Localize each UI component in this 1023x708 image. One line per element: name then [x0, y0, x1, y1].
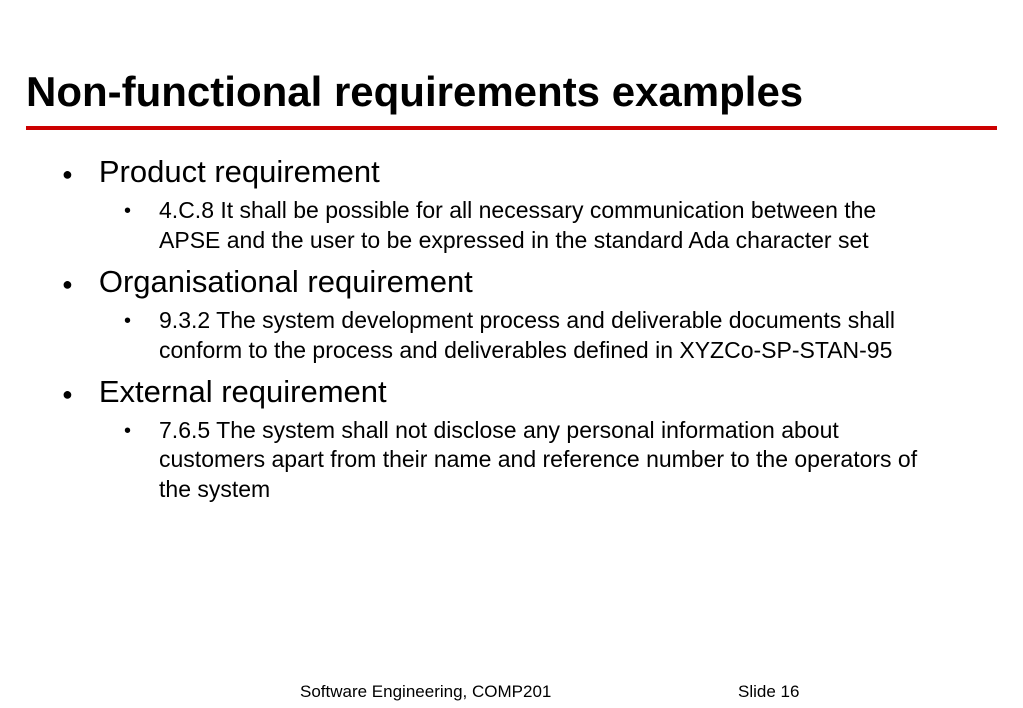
bullet-icon: ● — [62, 164, 73, 185]
sub-bullet-text: 9.3.2 The system development process and… — [159, 306, 933, 366]
sub-bullet: • 7.6.5 The system shall not disclose an… — [30, 416, 993, 506]
main-bullet-text: External requirement — [99, 374, 387, 410]
sub-bullet-icon: • — [124, 306, 131, 336]
footer-course: Software Engineering, COMP201 — [300, 682, 551, 702]
slide-content: ● Product requirement • 4.C.8 It shall b… — [0, 130, 1023, 505]
sub-bullet-icon: • — [124, 196, 131, 226]
footer-slide-number: Slide 16 — [738, 682, 799, 702]
main-bullet: ● Product requirement — [30, 154, 993, 190]
main-bullet: ● Organisational requirement — [30, 264, 993, 300]
sub-bullet: • 9.3.2 The system development process a… — [30, 306, 993, 366]
sub-bullet-text: 7.6.5 The system shall not disclose any … — [159, 416, 933, 506]
sub-bullet-text: 4.C.8 It shall be possible for all neces… — [159, 196, 933, 256]
bullet-icon: ● — [62, 384, 73, 405]
main-bullet-text: Product requirement — [99, 154, 380, 190]
sub-bullet-icon: • — [124, 416, 131, 446]
sub-bullet: • 4.C.8 It shall be possible for all nec… — [30, 196, 993, 256]
main-bullet: ● External requirement — [30, 374, 993, 410]
bullet-icon: ● — [62, 274, 73, 295]
slide-title: Non-functional requirements examples — [0, 0, 1023, 126]
main-bullet-text: Organisational requirement — [99, 264, 473, 300]
